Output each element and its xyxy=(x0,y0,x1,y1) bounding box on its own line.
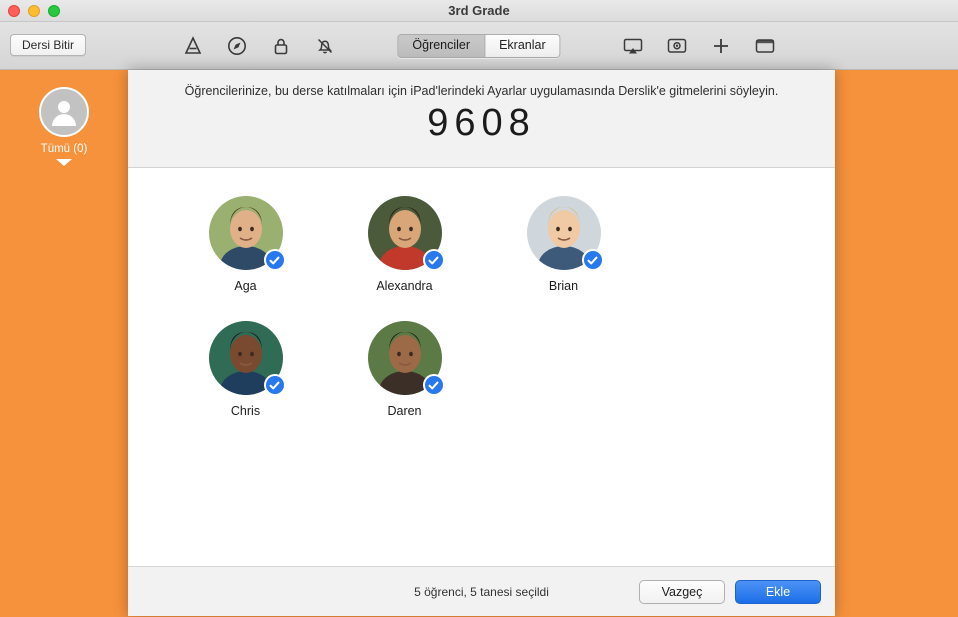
tab-students[interactable]: Öğrenciler xyxy=(398,35,485,57)
view-segmented-control[interactable]: Öğrenciler Ekranlar xyxy=(397,34,561,58)
sidebar-item-label: Tümü (0) xyxy=(40,143,88,155)
end-class-button[interactable]: Dersi Bitir xyxy=(10,34,87,56)
minimize-button[interactable] xyxy=(28,5,40,17)
student-name: Daren xyxy=(387,404,422,418)
add-students-sheet: Öğrencilerinize, bu derse katılmaları iç… xyxy=(128,70,835,616)
student-name: Aga xyxy=(234,279,257,293)
avatar-wrap xyxy=(367,321,445,396)
airplay-icon[interactable] xyxy=(620,34,646,58)
bell-slash-icon[interactable] xyxy=(312,34,338,58)
footer-buttons: Vazgeç Ekle xyxy=(639,579,821,604)
main-body: Tümü (0) Öğrencilerinize, bu derse katıl… xyxy=(0,70,958,616)
apps-icon[interactable] xyxy=(180,34,206,58)
sheet-instruction: Öğrencilerinize, bu derse katılmaları iç… xyxy=(184,84,779,98)
student-cell[interactable]: Daren xyxy=(325,321,484,418)
checkmark-icon[interactable] xyxy=(263,249,286,271)
add-icon[interactable] xyxy=(708,34,734,58)
sidebar-selection-caret xyxy=(56,159,72,166)
sheet-footer: 5 öğrenci, 5 tanesi seçildi Vazgeç Ekle xyxy=(128,566,835,616)
traffic-lights xyxy=(8,5,60,17)
cancel-button[interactable]: Vazgeç xyxy=(639,579,725,604)
avatar xyxy=(39,87,89,137)
navigate-icon[interactable] xyxy=(224,34,250,58)
title-bar: 3rd Grade xyxy=(0,0,958,22)
checkmark-icon[interactable] xyxy=(422,249,445,271)
avatar-wrap xyxy=(526,196,604,271)
close-button[interactable] xyxy=(8,5,20,17)
toolbar: Dersi Bitir Öğrenciler Ekranlar xyxy=(0,22,958,70)
zoom-button[interactable] xyxy=(48,5,60,17)
student-grid: Aga Alexandra Brian Chris Daren xyxy=(128,168,835,566)
window-title: 3rd Grade xyxy=(448,3,510,18)
classroom-window: 3rd Grade Dersi Bitir Öğrenciler Ekranla… xyxy=(0,0,958,617)
student-cell[interactable]: Brian xyxy=(484,196,643,293)
toolbar-left-group xyxy=(180,34,338,58)
sheet-header: Öğrencilerinize, bu derse katılmaları iç… xyxy=(128,70,835,168)
class-code: 9608 xyxy=(427,102,536,144)
student-cell[interactable]: Aga xyxy=(166,196,325,293)
avatar-wrap xyxy=(208,196,286,271)
tab-screens[interactable]: Ekranlar xyxy=(484,35,560,57)
student-name: Brian xyxy=(548,279,579,293)
sidebar-item-all[interactable]: Tümü (0) xyxy=(0,87,128,166)
selection-status: 5 öğrenci, 5 tanesi seçildi xyxy=(414,584,549,599)
toolbar-right-group xyxy=(620,34,778,58)
checkmark-icon[interactable] xyxy=(422,374,445,396)
checkmark-icon[interactable] xyxy=(263,374,286,396)
open-screen-icon[interactable] xyxy=(752,34,778,58)
avatar-wrap xyxy=(367,196,445,271)
student-name: Alexandra xyxy=(376,279,433,293)
lock-icon[interactable] xyxy=(268,34,294,58)
sidebar: Tümü (0) xyxy=(0,70,128,616)
screen-view-icon[interactable] xyxy=(664,34,690,58)
student-cell[interactable]: Chris xyxy=(166,321,325,418)
add-button[interactable]: Ekle xyxy=(735,579,821,604)
checkmark-icon[interactable] xyxy=(581,249,604,271)
avatar-wrap xyxy=(208,321,286,396)
student-cell[interactable]: Alexandra xyxy=(325,196,484,293)
student-name: Chris xyxy=(230,404,261,418)
